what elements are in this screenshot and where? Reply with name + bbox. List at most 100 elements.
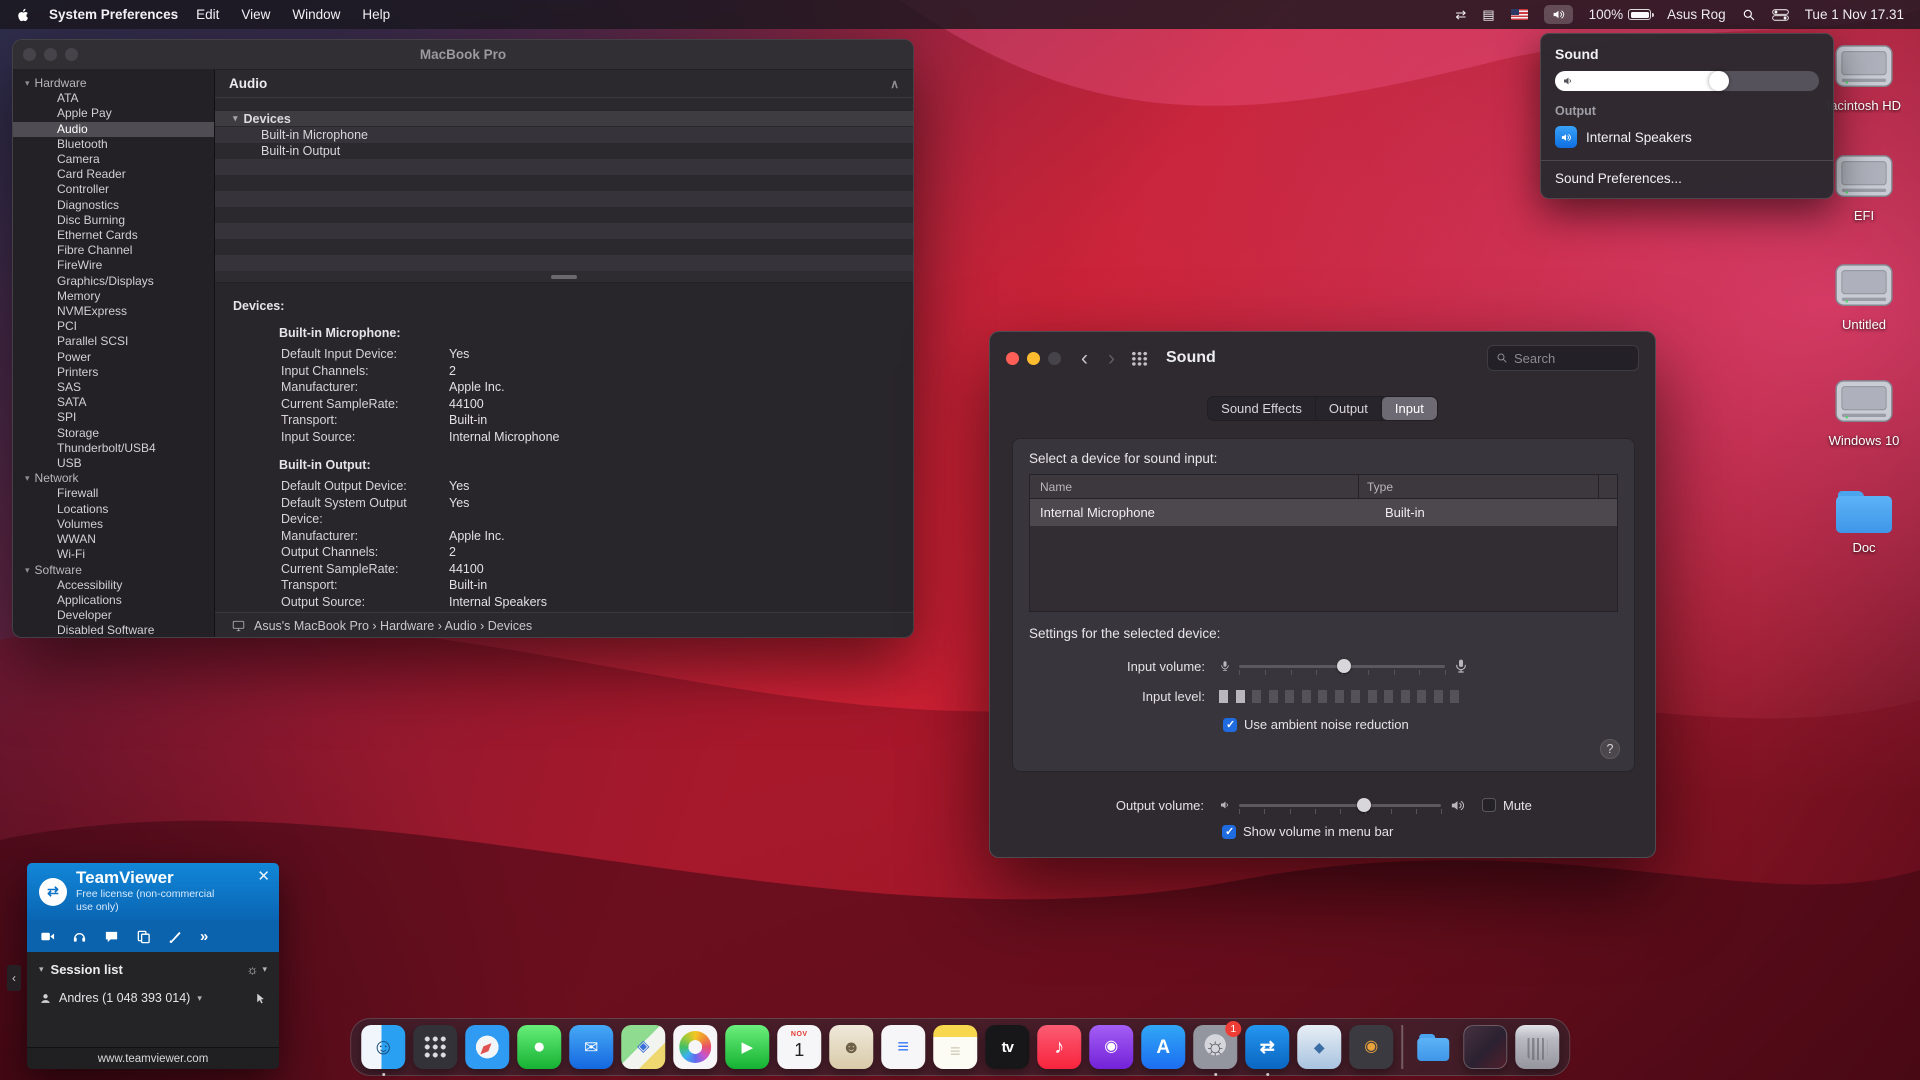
dock-podcasts[interactable]: ◉ [1089, 1025, 1133, 1069]
sidebar-item-wwan[interactable]: WWAN [13, 532, 214, 547]
sidebar-item-controller[interactable]: Controller [13, 182, 214, 197]
Internal Microphone[interactable]: Internal Microphone Built-in [1030, 499, 1617, 526]
active-app-menu[interactable]: System Preferences [49, 7, 178, 22]
mute-checkbox[interactable] [1482, 798, 1496, 812]
dock-messages[interactable]: ● [517, 1025, 561, 1069]
sidebar-item-storage[interactable]: Storage [13, 426, 214, 441]
brush-icon[interactable] [168, 929, 183, 944]
titlebar[interactable]: MacBook Pro [13, 40, 913, 70]
tab-input[interactable]: Input [1382, 397, 1437, 420]
chevron-down-icon[interactable]: ▾ [197, 993, 202, 1004]
chevron-down-icon[interactable]: ▾ [39, 964, 44, 975]
tree-row-empty[interactable] [215, 223, 913, 239]
sidebar-item-fibre-channel[interactable]: Fibre Channel [13, 243, 214, 258]
column-name[interactable]: Name [1030, 480, 1358, 494]
dock-finder[interactable]: ☺ [361, 1025, 405, 1069]
menu-item[interactable]: Edit [196, 7, 219, 22]
sidebar-item-pci[interactable]: PCI [13, 319, 214, 334]
sidebar-item-developer[interactable]: Developer [13, 608, 214, 623]
dock-minimized-window[interactable] [1463, 1025, 1507, 1069]
slider-thumb[interactable] [1337, 659, 1351, 673]
help-button[interactable]: ? [1600, 739, 1620, 759]
search-input[interactable] [1514, 351, 1630, 366]
ambient-noise-checkbox[interactable] [1223, 718, 1237, 732]
tab-output[interactable]: Output [1316, 397, 1382, 420]
output-device-row[interactable]: Internal Speakers [1555, 126, 1819, 148]
teamviewer-menu-icon[interactable]: ⇄ [1455, 7, 1466, 23]
dock-contacts[interactable]: ☻ [829, 1025, 873, 1069]
volume-slider-thumb[interactable] [1709, 71, 1729, 91]
more-icon[interactable]: » [200, 928, 208, 945]
close-button[interactable] [23, 48, 36, 61]
session-entry-row[interactable]: Andres (1 048 393 014) ▾ [27, 983, 279, 1013]
chat-icon[interactable] [104, 929, 119, 944]
dock-separator[interactable] [1401, 1025, 1403, 1069]
sidebar-item-nvmexpress[interactable]: NVMExpress [13, 304, 214, 319]
control-center-icon[interactable] [1772, 9, 1789, 21]
sidebar-item-firewire[interactable]: FireWire [13, 258, 214, 273]
user-menu[interactable]: Asus Rog [1667, 7, 1726, 22]
tree-row-empty[interactable] [215, 175, 913, 191]
desktop-icon-windows-10[interactable]: Windows 10 [1816, 378, 1912, 448]
session-list-row[interactable]: ▾ Session list ☼ ▾ [27, 952, 279, 983]
sidebar-item-ethernet-cards[interactable]: Ethernet Cards [13, 228, 214, 243]
tab-sound-effects[interactable]: Sound Effects [1208, 397, 1316, 420]
sidebar-section-software[interactable]: ▾Software [13, 563, 214, 578]
dock-facetime[interactable]: ▶ [725, 1025, 769, 1069]
sidebar-item-locations[interactable]: Locations [13, 502, 214, 517]
forward-button[interactable]: › [1108, 348, 1115, 369]
sidebar-item-parallel-scsi[interactable]: Parallel SCSI [13, 334, 214, 349]
dock-safari[interactable]: ◆ [465, 1025, 509, 1069]
tree-row-empty[interactable] [215, 207, 913, 223]
sidebar-item-sas[interactable]: SAS [13, 380, 214, 395]
tree-row-empty[interactable] [215, 239, 913, 255]
sidebar-item-graphics-displays[interactable]: Graphics/Displays [13, 274, 214, 289]
close-button[interactable] [1006, 352, 1019, 365]
sidebar-item-sata[interactable]: SATA [13, 395, 214, 410]
sidebar-section-hardware[interactable]: ▾Hardware [13, 76, 214, 91]
sidebar-item-disabled-software[interactable]: Disabled Software [13, 623, 214, 638]
dock-maps[interactable]: ◈ [621, 1025, 665, 1069]
desktop-icon-doc[interactable]: Doc [1816, 489, 1912, 555]
tree-row-empty[interactable] [215, 159, 913, 175]
sound-preferences-item[interactable]: Sound Preferences... [1555, 171, 1819, 186]
dock-calendar[interactable]: NOV 1 [777, 1025, 821, 1069]
sidebar-item-thunderbolt-usb4[interactable]: Thunderbolt/USB4 [13, 441, 214, 456]
sidebar-item-printers[interactable]: Printers [13, 365, 214, 380]
dock-app-unknown-2[interactable]: ◉ [1349, 1025, 1393, 1069]
tree-row-built-in-microphone[interactable]: Built-in Microphone [215, 127, 913, 143]
clock[interactable]: Tue 1 Nov 17.31 [1805, 7, 1904, 22]
breadcrumb[interactable]: Asus's MacBook Pro › Hardware › Audio › … [254, 619, 532, 633]
sidebar-item-spi[interactable]: SPI [13, 410, 214, 425]
column-type[interactable]: Type [1358, 475, 1598, 498]
menu-item[interactable]: Window [292, 7, 340, 22]
collapse-icon[interactable]: ∧ [890, 77, 899, 91]
input-language-flag-icon[interactable] [1511, 9, 1528, 20]
sidebar-section-network[interactable]: ▾Network [13, 471, 214, 486]
sidebar-item-diagnostics[interactable]: Diagnostics [13, 198, 214, 213]
tree-row-built-in-output[interactable]: Built-in Output [215, 143, 913, 159]
sidebar-item-accessibility[interactable]: Accessibility [13, 578, 214, 593]
video-icon[interactable] [40, 929, 55, 944]
gear-icon[interactable]: ☼ [247, 962, 259, 977]
dock-downloads-folder[interactable] [1411, 1025, 1455, 1069]
dock-reminders[interactable]: ≡ [881, 1025, 925, 1069]
sidebar-item-camera[interactable]: Camera [13, 152, 214, 167]
teamviewer-collapse-tab[interactable]: ‹ [7, 965, 21, 991]
show-all-icon[interactable] [1131, 351, 1148, 366]
show-volume-checkbox[interactable] [1222, 825, 1236, 839]
sidebar-item-memory[interactable]: Memory [13, 289, 214, 304]
dock-launchpad[interactable] [413, 1025, 457, 1069]
spotlight-icon[interactable] [1742, 8, 1756, 22]
input-volume-slider[interactable] [1239, 657, 1445, 675]
output-volume-slider[interactable] [1239, 796, 1441, 814]
dock-trash[interactable] [1515, 1025, 1559, 1069]
menu-item[interactable]: Help [362, 7, 390, 22]
titlebar[interactable]: ‹ › Sound [990, 332, 1655, 384]
zoom-button[interactable] [65, 48, 78, 61]
devices-tree-header[interactable]: ▾ Devices [215, 110, 913, 127]
search-field[interactable] [1487, 345, 1639, 371]
zoom-button[interactable] [1048, 352, 1061, 365]
copy-icon[interactable] [136, 929, 151, 944]
dock-system-preferences[interactable]: ☼ 1 [1193, 1025, 1237, 1069]
